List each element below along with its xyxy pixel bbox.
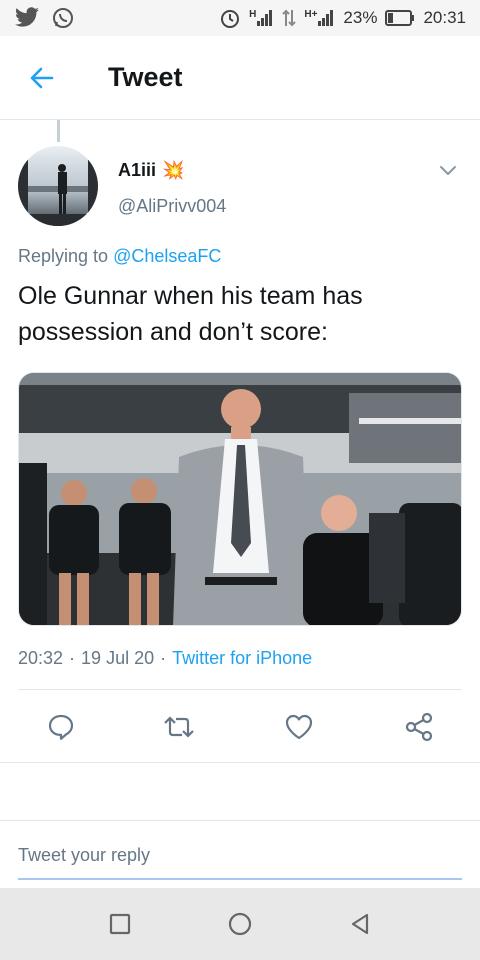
tweet-text: Ole Gunnar when his team has possession … bbox=[18, 282, 363, 346]
alarm-icon bbox=[219, 7, 241, 29]
status-bar: H H+ 23% 20:31 bbox=[0, 0, 480, 36]
nav-back-button[interactable] bbox=[346, 910, 374, 938]
replying-to: Replying to @ChelseaFC bbox=[18, 246, 222, 266]
thread-connector bbox=[57, 120, 60, 142]
tweet-client[interactable]: Twitter for iPhone bbox=[172, 648, 312, 669]
tweet-actions bbox=[0, 690, 480, 762]
battery-percent: 23% bbox=[343, 8, 378, 27]
retweet-button[interactable] bbox=[162, 710, 196, 744]
tweet-time: 20:32 bbox=[18, 648, 64, 668]
top-app-bar: Tweet bbox=[0, 36, 480, 120]
data-arrows-icon bbox=[282, 8, 297, 28]
home-button[interactable] bbox=[226, 910, 254, 938]
tweet-options-button[interactable] bbox=[436, 158, 460, 182]
recents-button[interactable] bbox=[106, 910, 134, 938]
divider bbox=[0, 762, 480, 763]
signal-icon: H+ bbox=[304, 9, 335, 27]
retweet-icon bbox=[164, 716, 194, 738]
tweet-photo[interactable] bbox=[18, 372, 462, 626]
user-handle[interactable]: @AliPrivv004 bbox=[118, 196, 226, 217]
signal-icon: H bbox=[249, 9, 274, 27]
arrow-left-icon bbox=[30, 67, 54, 89]
heart-icon bbox=[285, 714, 313, 740]
reply-button[interactable] bbox=[44, 710, 78, 744]
page-title: Tweet bbox=[108, 62, 183, 92]
reply-icon bbox=[48, 714, 74, 740]
display-name[interactable]: A1iii 💥 bbox=[118, 160, 184, 181]
battery-icon bbox=[385, 10, 415, 26]
chevron-down-icon bbox=[440, 166, 456, 175]
reply-placeholder: Tweet your reply bbox=[18, 845, 151, 865]
triangle-back-icon bbox=[351, 913, 369, 935]
whatsapp-icon bbox=[52, 7, 74, 29]
collision-emoji: 💥 bbox=[162, 160, 185, 180]
divider bbox=[0, 820, 480, 821]
share-icon bbox=[405, 712, 433, 742]
avatar[interactable] bbox=[18, 146, 98, 226]
system-nav-bar bbox=[0, 888, 480, 960]
replying-to-link[interactable]: @ChelseaFC bbox=[113, 246, 221, 266]
square-icon bbox=[109, 913, 131, 935]
like-button[interactable] bbox=[282, 710, 316, 744]
share-button[interactable] bbox=[402, 710, 436, 744]
tweet-meta: 20:32 · 19 Jul 20 · Twitter for iPhone bbox=[18, 648, 313, 669]
twitter-icon bbox=[14, 7, 40, 29]
back-button[interactable] bbox=[26, 62, 58, 94]
circle-icon bbox=[228, 912, 252, 936]
clock: 20:31 bbox=[423, 8, 466, 27]
reply-composer[interactable]: Tweet your reply bbox=[18, 836, 462, 880]
tweet-date: 19 Jul 20 bbox=[81, 648, 155, 668]
